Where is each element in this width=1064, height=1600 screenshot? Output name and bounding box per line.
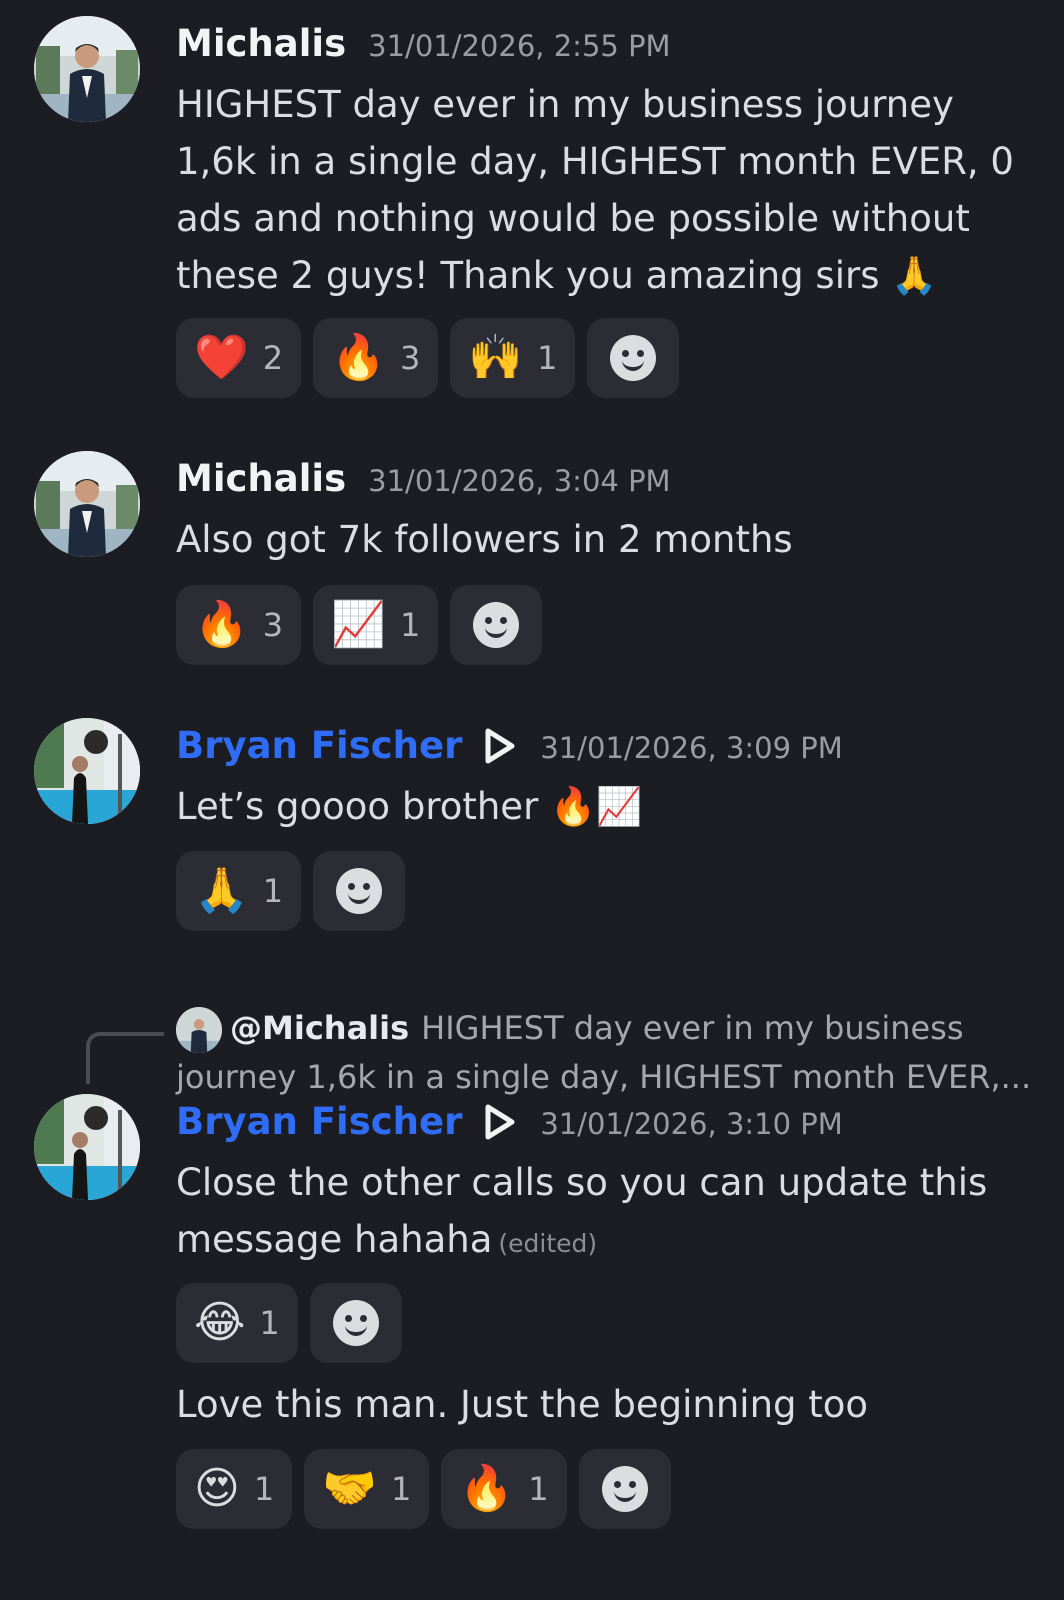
chart-increasing-emoji-icon: 📈 bbox=[331, 599, 386, 650]
heart-emoji-icon: ❤️ bbox=[194, 332, 249, 383]
reaction-bar: 🔥 3 📈 1 bbox=[176, 585, 543, 665]
message-header: Michalis 31/01/2026, 2:55 PM bbox=[176, 22, 671, 65]
reaction-count: 1 bbox=[262, 872, 284, 910]
author-name[interactable]: Bryan Fischer bbox=[176, 724, 462, 767]
reply-mention[interactable]: @Michalis bbox=[230, 1009, 409, 1047]
edited-label: (edited) bbox=[498, 1229, 598, 1258]
reaction-pill[interactable]: 🔥 3 bbox=[176, 585, 302, 665]
reaction-pill[interactable]: 🔥 3 bbox=[313, 318, 439, 398]
avatar[interactable] bbox=[34, 16, 140, 122]
avatar-michalis-image bbox=[34, 16, 140, 122]
reaction-pill[interactable]: 🤝 1 bbox=[304, 1449, 430, 1529]
timestamp: 31/01/2026, 3:04 PM bbox=[368, 464, 671, 498]
raised-hands-emoji-icon: 🙌 bbox=[468, 332, 524, 383]
handshake-emoji-icon: 🤝 bbox=[322, 1463, 378, 1514]
smiley-icon bbox=[601, 1466, 648, 1512]
timestamp: 31/01/2026, 2:55 PM bbox=[368, 29, 671, 63]
avatar-michalis-image bbox=[34, 451, 140, 557]
avatar[interactable] bbox=[34, 718, 140, 824]
message-text: HIGHEST day ever in my business journey … bbox=[176, 83, 1014, 297]
reaction-pill[interactable]: 😂 1 bbox=[176, 1283, 298, 1363]
heart-eyes-emoji-icon: 😍 bbox=[194, 1463, 240, 1514]
reaction-count: 1 bbox=[537, 339, 558, 377]
tears-of-joy-emoji-icon: 😂 bbox=[194, 1297, 246, 1348]
reaction-count: 1 bbox=[259, 1304, 280, 1342]
message-text: Close the other calls so you can update … bbox=[176, 1154, 1036, 1272]
author-name[interactable]: Michalis bbox=[176, 22, 346, 65]
reply-spine bbox=[86, 1032, 164, 1084]
reply-avatar bbox=[176, 1007, 222, 1053]
reaction-count: 1 bbox=[391, 1470, 412, 1508]
folded-hands-emoji-icon: 🙏 bbox=[194, 865, 249, 916]
message-text: Also got 7k followers in 2 months bbox=[176, 518, 793, 561]
play-badge-icon[interactable] bbox=[478, 1102, 518, 1142]
reaction-pill[interactable]: 🙏 1 bbox=[176, 851, 302, 931]
fire-emoji-icon: 🔥 bbox=[331, 332, 386, 383]
timestamp: 31/01/2026, 3:09 PM bbox=[540, 731, 843, 765]
fire-emoji-icon: 🔥 bbox=[459, 1463, 515, 1514]
message-header: Bryan Fischer 31/01/2026, 3:09 PM bbox=[176, 724, 843, 767]
reaction-pill[interactable]: 🔥 1 bbox=[441, 1449, 567, 1529]
message-header: Bryan Fischer 31/01/2026, 3:10 PM bbox=[176, 1100, 843, 1143]
reaction-count: 3 bbox=[399, 339, 421, 377]
add-reaction-button[interactable] bbox=[450, 585, 543, 665]
avatar[interactable] bbox=[34, 451, 140, 557]
message-text: Let’s goooo brother 🔥📈 bbox=[176, 785, 643, 828]
reaction-pill[interactable]: 😍 1 bbox=[176, 1449, 293, 1529]
reaction-count: 2 bbox=[262, 339, 284, 377]
reaction-count: 1 bbox=[399, 606, 421, 644]
reaction-bar: 🙏 1 bbox=[176, 851, 406, 931]
add-reaction-button[interactable] bbox=[313, 851, 406, 931]
reaction-bar: ❤️ 2 🔥 3 🙌 1 bbox=[176, 318, 680, 398]
avatar-bryan-image bbox=[34, 1094, 140, 1200]
reaction-count: 3 bbox=[262, 606, 284, 644]
reaction-count: 1 bbox=[253, 1470, 275, 1508]
author-name[interactable]: Michalis bbox=[176, 457, 346, 500]
reaction-bar: 😂 1 bbox=[176, 1283, 402, 1363]
avatar[interactable] bbox=[34, 1094, 140, 1200]
reaction-bar: 😍 1 🤝 1 🔥 1 bbox=[176, 1449, 671, 1529]
message-header: Michalis 31/01/2026, 3:04 PM bbox=[176, 457, 671, 500]
fire-emoji-icon: 🔥 bbox=[194, 599, 249, 650]
add-reaction-button[interactable] bbox=[578, 1449, 671, 1529]
smiley-icon bbox=[610, 335, 657, 381]
smiley-icon bbox=[332, 1300, 379, 1346]
author-name[interactable]: Bryan Fischer bbox=[176, 1100, 462, 1143]
smiley-icon bbox=[473, 602, 520, 648]
avatar-bryan-image bbox=[34, 718, 140, 824]
reaction-pill[interactable]: 📈 1 bbox=[313, 585, 439, 665]
avatar-michalis-image bbox=[176, 1007, 222, 1053]
reaction-pill[interactable]: ❤️ 2 bbox=[176, 318, 302, 398]
reaction-count: 1 bbox=[528, 1470, 549, 1508]
play-badge-icon[interactable] bbox=[478, 726, 518, 766]
message-text: Love this man. Just the beginning too bbox=[176, 1383, 869, 1426]
timestamp: 31/01/2026, 3:10 PM bbox=[540, 1107, 843, 1141]
reaction-pill[interactable]: 🙌 1 bbox=[450, 318, 576, 398]
smiley-icon bbox=[336, 868, 383, 914]
add-reaction-button[interactable] bbox=[587, 318, 680, 398]
add-reaction-button[interactable] bbox=[309, 1283, 402, 1363]
reply-preview[interactable]: @Michalis HIGHEST day ever in my business… bbox=[176, 1004, 1036, 1101]
